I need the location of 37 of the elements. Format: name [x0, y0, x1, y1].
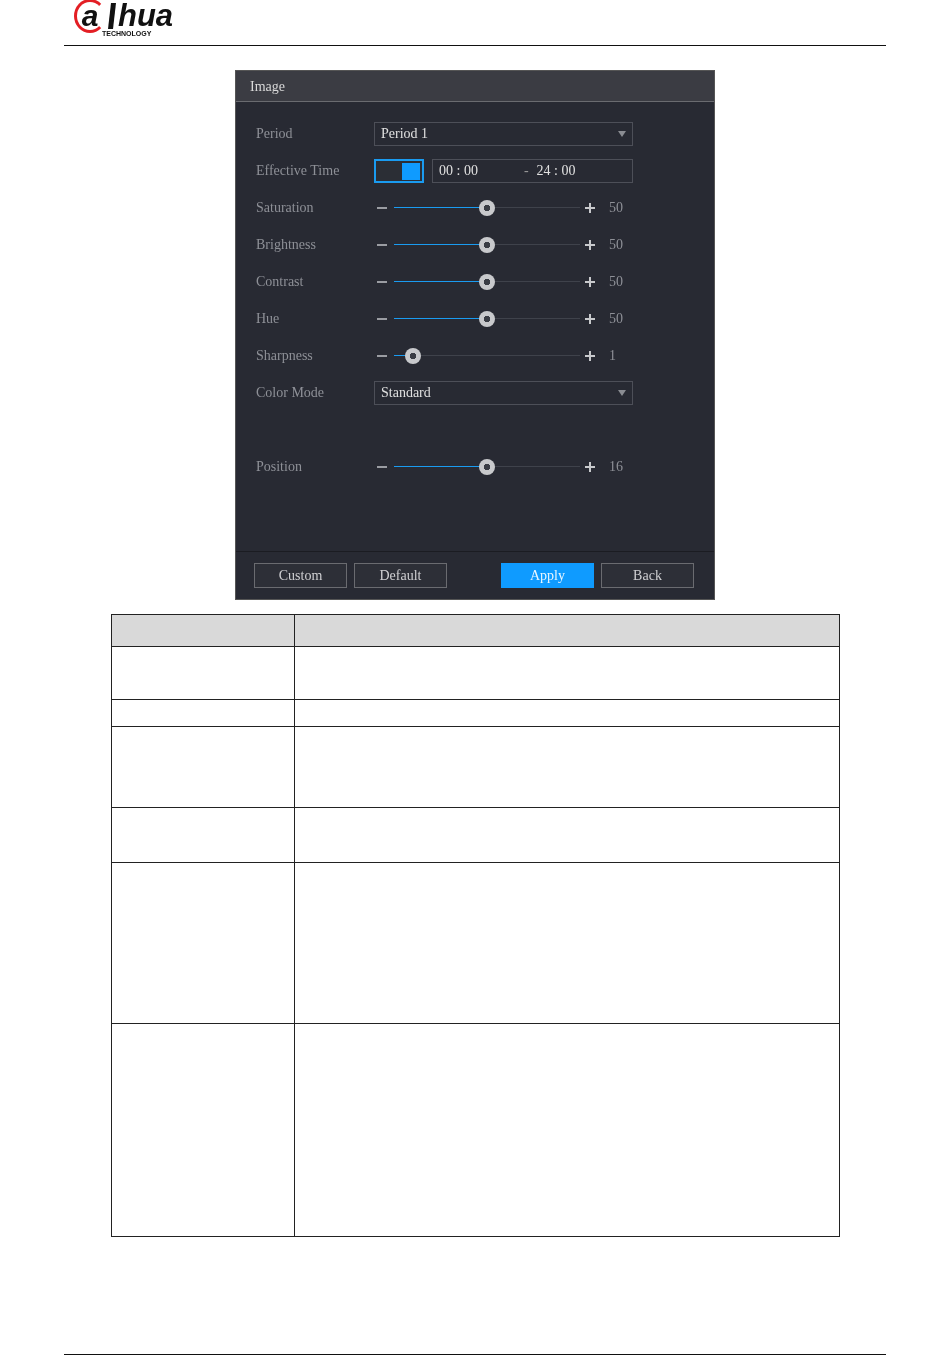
action-button[interactable]: Custom — [254, 563, 347, 588]
slider-track[interactable] — [394, 200, 580, 216]
slider-track[interactable] — [394, 237, 580, 253]
field-label: Period — [256, 126, 294, 142]
dropdown[interactable]: Standard — [374, 381, 633, 405]
slider-track[interactable] — [394, 274, 580, 290]
slider-value: 50 — [609, 200, 623, 216]
slider-thumb[interactable] — [479, 237, 495, 253]
field-label: Sharpness — [256, 348, 314, 364]
dropdown[interactable]: Period 1 — [374, 122, 633, 146]
action-button[interactable]: Default — [354, 563, 447, 588]
field-label: Hue — [256, 311, 281, 327]
toggle-switch[interactable] — [374, 159, 424, 183]
field-label: Saturation — [256, 200, 315, 216]
slider-value: 50 — [609, 274, 623, 290]
field-label: Effective Time — [256, 163, 341, 179]
window-title: Image — [236, 71, 714, 102]
field-label: Color Mode — [256, 385, 326, 401]
slider-track[interactable] — [394, 348, 580, 364]
caret-icon — [618, 390, 626, 396]
slider-value: 50 — [609, 311, 623, 327]
slider-value: 50 — [609, 237, 623, 253]
slider-thumb[interactable] — [404, 348, 421, 364]
slider-thumb[interactable] — [479, 459, 495, 475]
field-label: Position — [256, 459, 303, 475]
caret-icon — [618, 131, 626, 137]
slider-value: 16 — [609, 459, 623, 475]
time-range-field[interactable]: 00 : 00 - 24 : 00 — [432, 159, 633, 183]
slider-track[interactable] — [394, 459, 580, 475]
slider-thumb[interactable] — [479, 200, 495, 216]
field-label: Brightness — [256, 237, 317, 253]
action-button[interactable]: Back — [601, 563, 694, 588]
slider-thumb[interactable] — [479, 311, 495, 327]
slider-value: 1 — [609, 348, 616, 364]
field-label: Contrast — [256, 274, 305, 290]
slider-thumb[interactable] — [479, 274, 495, 290]
slider-track[interactable] — [394, 311, 580, 327]
